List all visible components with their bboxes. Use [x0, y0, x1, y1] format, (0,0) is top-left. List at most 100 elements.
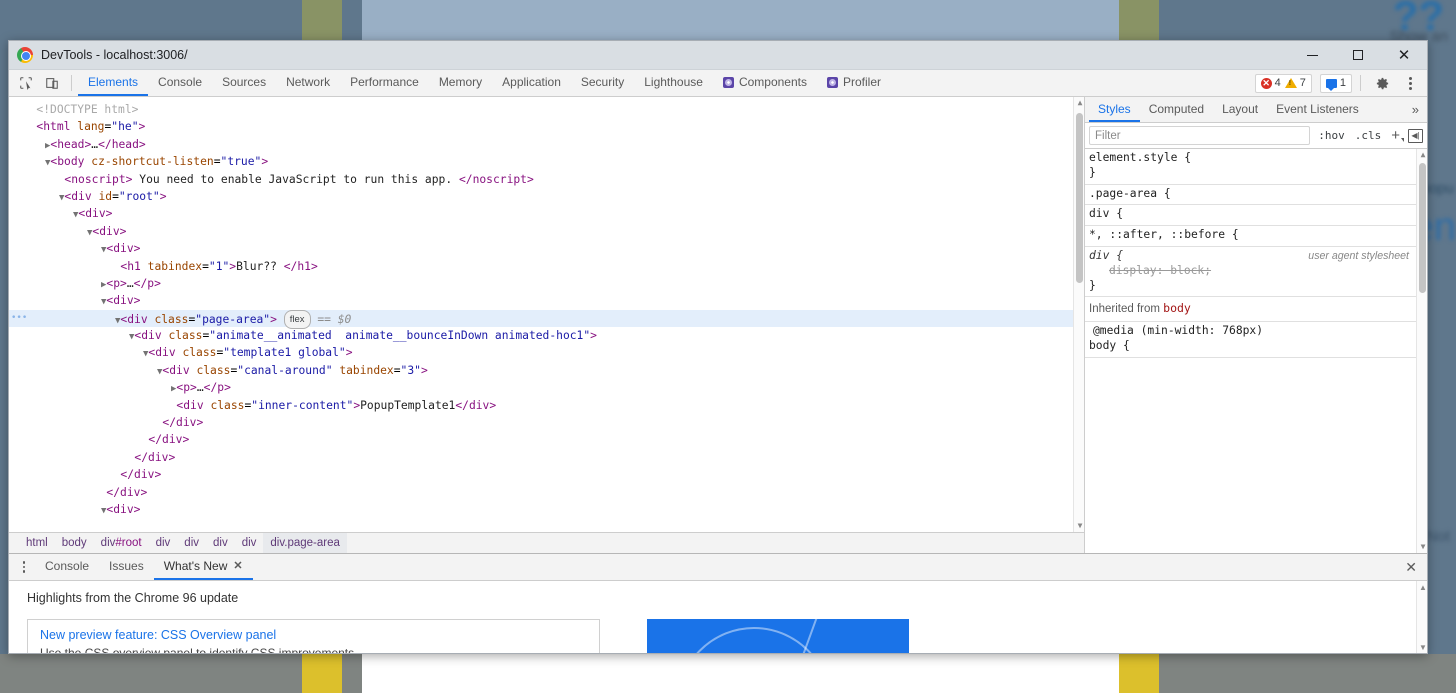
- dom-tree-node[interactable]: ▼<div>: [9, 223, 1084, 240]
- css-selector[interactable]: element.style {: [1089, 151, 1191, 166]
- dom-tree-node[interactable]: ▼</div>: [9, 484, 1084, 501]
- close-icon[interactable]: ✕: [233, 553, 242, 579]
- device-toolbar-icon[interactable]: [39, 71, 65, 95]
- dom-tree-node[interactable]: ▼</div>: [9, 431, 1084, 448]
- tab-performance[interactable]: Performance: [340, 70, 429, 96]
- scroll-up-arrow[interactable]: ▲: [1076, 98, 1084, 107]
- css-property[interactable]: display: [1109, 264, 1157, 277]
- dom-tree-scrollbar[interactable]: ▲ ▼: [1073, 97, 1084, 532]
- more-tabs-button[interactable]: »: [1404, 102, 1427, 117]
- css-rule[interactable]: div {</span></div><div class="decl" data…: [1085, 205, 1427, 227]
- minimize-button[interactable]: [1289, 41, 1335, 70]
- css-declaration[interactable]: display: block;: [1089, 264, 1427, 279]
- drawer-tab-whats-new[interactable]: What's New ✕: [153, 553, 253, 580]
- sidebar-toggle-icon[interactable]: ◀|: [1408, 128, 1423, 143]
- drawer-close-button[interactable]: ✕: [1395, 559, 1427, 576]
- hov-toggle-button[interactable]: :hov: [1316, 129, 1347, 142]
- dom-tree-node[interactable]: ▼<div>: [9, 205, 1084, 222]
- css-media-rule[interactable]: @media (min-width: 768px)body {</span></…: [1085, 322, 1427, 358]
- tab-computed[interactable]: Computed: [1140, 97, 1213, 122]
- tab-components[interactable]: Components: [713, 70, 817, 96]
- scroll-up-arrow[interactable]: ▲: [1419, 150, 1427, 159]
- dom-tree-node[interactable]: ▼</div>: [9, 414, 1084, 431]
- breadcrumb-item[interactable]: div: [149, 533, 178, 554]
- inspect-element-icon[interactable]: [13, 71, 39, 95]
- dom-tree-node[interactable]: ▼<div class="page-area"> flex == $0: [9, 309, 1084, 330]
- kebab-menu-icon[interactable]: [1397, 71, 1423, 95]
- dom-tree-node[interactable]: ▼<html lang="he">: [9, 118, 1084, 135]
- error-counter[interactable]: ✕ 4: [1260, 77, 1281, 89]
- tab-application[interactable]: Application: [492, 70, 571, 96]
- tab-console[interactable]: Console: [148, 70, 212, 96]
- css-selector[interactable]: div {: [1089, 249, 1123, 264]
- tab-profiler[interactable]: Profiler: [817, 70, 891, 96]
- drawer-scrollbar[interactable]: ▲ ▼: [1416, 581, 1427, 653]
- css-selector[interactable]: div {: [1089, 207, 1123, 222]
- css-value[interactable]: : block;: [1157, 264, 1211, 277]
- breadcrumb-item[interactable]: div: [206, 533, 235, 554]
- dom-tree-node[interactable]: ▼<div>: [9, 292, 1084, 309]
- dom-tree-node[interactable]: ▼<h1 tabindex="1">Blur?? </h1>: [9, 258, 1084, 275]
- css-rule[interactable]: .page-area {</span></div><div class="dec…: [1085, 185, 1427, 206]
- breadcrumb-item[interactable]: div: [177, 533, 206, 554]
- plus-icon[interactable]: +: [1389, 127, 1404, 144]
- tab-memory[interactable]: Memory: [429, 70, 492, 96]
- css-selector[interactable]: *, ::after, ::before {: [1089, 228, 1239, 243]
- dom-tree-node[interactable]: ▼</div>: [9, 466, 1084, 483]
- styles-scrollbar[interactable]: ▲ ▼: [1416, 149, 1427, 553]
- tab-layout[interactable]: Layout: [1213, 97, 1267, 122]
- scrollbar-thumb[interactable]: [1076, 113, 1083, 283]
- tab-elements[interactable]: Elements: [78, 70, 149, 96]
- dom-tree-node[interactable]: ▼<div id="root">: [9, 188, 1084, 205]
- search-input[interactable]: [1089, 126, 1311, 145]
- gear-icon[interactable]: [1369, 71, 1395, 95]
- warning-counter[interactable]: 7: [1284, 77, 1306, 89]
- scroll-up-arrow[interactable]: ▲: [1419, 583, 1427, 592]
- css-rule[interactable]: div {user agent stylesheet display: block…: [1085, 247, 1427, 298]
- scroll-down-arrow[interactable]: ▼: [1419, 643, 1427, 652]
- message-counter[interactable]: 1: [1319, 73, 1352, 93]
- media-query-text[interactable]: @media (min-width: 768px): [1089, 324, 1427, 339]
- tab-security[interactable]: Security: [571, 70, 634, 96]
- breadcrumb-item[interactable]: div.page-area: [263, 532, 347, 554]
- css-selector[interactable]: body {: [1089, 339, 1130, 354]
- breadcrumb-item[interactable]: html: [19, 533, 55, 554]
- scroll-down-arrow[interactable]: ▼: [1419, 542, 1427, 551]
- whats-new-card-link[interactable]: New preview feature: CSS Overview panel: [40, 628, 276, 642]
- dom-tree-node[interactable]: ▼<div class="template1 global">: [9, 344, 1084, 361]
- breadcrumb-item[interactable]: div#root: [94, 533, 149, 554]
- kebab-menu-icon[interactable]: [13, 556, 35, 578]
- drawer-tab-issues[interactable]: Issues: [99, 554, 154, 580]
- dom-tree[interactable]: ▼<!DOCTYPE html>▼<html lang="he">▶<head>…: [9, 97, 1084, 532]
- scrollbar-thumb[interactable]: [1419, 163, 1426, 293]
- inherited-source-tag[interactable]: body: [1163, 301, 1191, 315]
- css-origin[interactable]: user agent stylesheet: [1308, 249, 1427, 264]
- css-rule[interactable]: *, ::after, ::before {</span></div><div …: [1085, 226, 1427, 247]
- issue-counters[interactable]: ✕ 4 7: [1254, 73, 1312, 93]
- dom-tree-node[interactable]: ▼<div class="canal-around" tabindex="3">: [9, 362, 1084, 379]
- scroll-down-arrow[interactable]: ▼: [1076, 521, 1084, 530]
- cls-toggle-button[interactable]: .cls: [1353, 129, 1384, 142]
- dom-tree-node[interactable]: ▼<!DOCTYPE html>: [9, 101, 1084, 118]
- styles-rules-list[interactable]: element.style {}.page-area {</span></div…: [1085, 149, 1427, 553]
- dom-tree-node[interactable]: ▼<div class="inner-content">PopupTemplat…: [9, 397, 1084, 414]
- tab-event-listeners[interactable]: Event Listeners: [1267, 97, 1368, 122]
- dom-tree-node[interactable]: ▶<p>…</p>: [9, 275, 1084, 292]
- tab-styles[interactable]: Styles: [1089, 97, 1140, 122]
- dom-tree-node[interactable]: ▼<div class="animate__animated animate__…: [9, 327, 1084, 344]
- breadcrumb-item[interactable]: div: [235, 533, 264, 554]
- tab-lighthouse[interactable]: Lighthouse: [634, 70, 713, 96]
- maximize-button[interactable]: [1335, 41, 1381, 70]
- tab-sources[interactable]: Sources: [212, 70, 276, 96]
- breadcrumb-item[interactable]: body: [55, 533, 94, 554]
- drawer-tab-console[interactable]: Console: [35, 554, 99, 580]
- dom-tree-node[interactable]: ▼</div>: [9, 449, 1084, 466]
- dom-tree-node[interactable]: ▶<p>…</p>: [9, 379, 1084, 396]
- dom-tree-node[interactable]: ▼<div>: [9, 240, 1084, 257]
- dom-tree-node[interactable]: ▶<head>…</head>: [9, 136, 1084, 153]
- dom-tree-node[interactable]: ▼<noscript> You need to enable JavaScrip…: [9, 171, 1084, 188]
- css-selector[interactable]: .page-area {: [1089, 187, 1171, 202]
- css-rule[interactable]: element.style {}: [1085, 149, 1427, 185]
- tab-network[interactable]: Network: [276, 70, 340, 96]
- close-button[interactable]: ✕: [1381, 41, 1427, 70]
